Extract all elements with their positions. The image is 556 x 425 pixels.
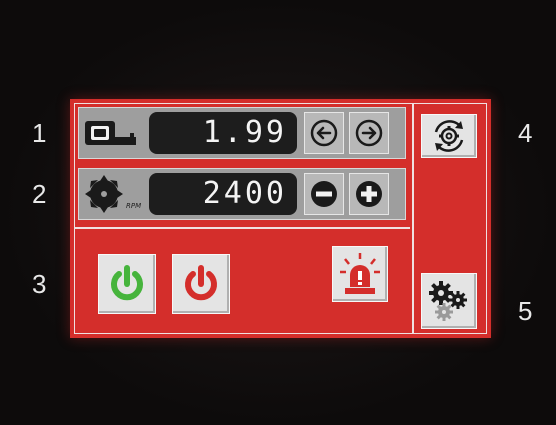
tape-measure-icon <box>82 111 138 157</box>
arrow-left-icon <box>310 119 338 147</box>
right-border <box>486 103 487 334</box>
sync-button[interactable] <box>421 114 477 158</box>
plus-icon <box>356 181 382 207</box>
left-border <box>74 103 75 334</box>
decrease-speed-button[interactable] <box>304 173 344 215</box>
decrease-length-button[interactable] <box>304 112 344 154</box>
minus-icon <box>311 181 337 207</box>
power-off-icon <box>185 265 217 301</box>
length-display: 1.99 <box>149 112 297 154</box>
callout-5: 5 <box>518 296 533 326</box>
increase-length-button[interactable] <box>349 112 389 154</box>
vertical-divider <box>412 103 414 334</box>
top-border <box>74 103 487 104</box>
increase-speed-button[interactable] <box>349 173 389 215</box>
gears-icon <box>429 281 467 321</box>
bottom-border <box>74 333 487 334</box>
callout-1: 1 <box>32 118 47 148</box>
stop-button[interactable] <box>172 254 230 314</box>
callout-3: 3 <box>32 269 47 299</box>
alarm-light-icon <box>340 253 380 294</box>
gear-sync-icon <box>434 120 464 152</box>
length-row: 1.99 <box>78 107 406 159</box>
saw-blade-icon: RPM <box>82 172 142 218</box>
callout-4: 4 <box>518 118 533 148</box>
settings-button[interactable] <box>421 273 477 329</box>
hmi-screen: 1.99 RPM 2400 <box>70 99 491 338</box>
start-button[interactable] <box>98 254 156 314</box>
rpm-unit: RPM <box>126 202 142 210</box>
callout-2: 2 <box>32 179 47 209</box>
alarm-button[interactable] <box>332 246 388 302</box>
speed-display: 2400 <box>149 173 297 215</box>
arrow-right-icon <box>355 119 383 147</box>
power-on-icon <box>111 265 143 301</box>
horizontal-divider <box>74 227 410 229</box>
speed-row: RPM 2400 <box>78 168 406 220</box>
